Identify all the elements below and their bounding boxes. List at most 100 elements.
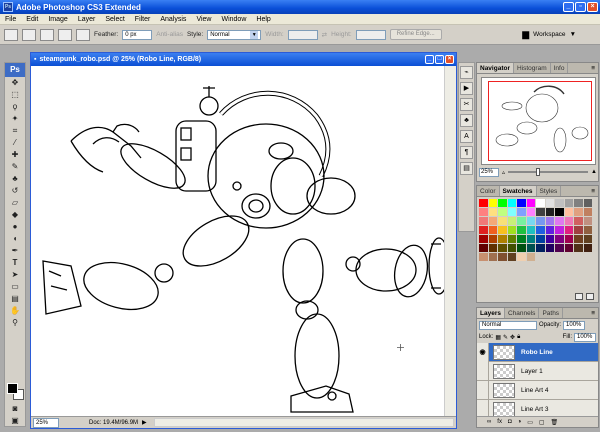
color-swatch[interactable] [526,217,536,225]
color-swatch[interactable] [488,253,498,261]
tab-swatches[interactable]: Swatches [499,186,537,196]
panel-menu-icon[interactable]: ≡ [588,63,598,73]
layer-row[interactable]: Line Art 4 [477,380,598,400]
opacity-input[interactable]: 100% [563,320,586,330]
color-swatch[interactable] [583,208,593,216]
color-swatch[interactable] [526,208,536,216]
fill-input[interactable]: 100% [574,332,596,342]
tab-histogram[interactable]: Histogram [514,63,551,73]
color-swatch[interactable] [517,217,527,225]
color-swatch[interactable] [545,235,555,243]
tool-presets-icon[interactable]: ✂ [460,98,473,111]
color-swatch[interactable] [536,244,546,252]
color-swatch[interactable] [498,226,508,234]
lock-pixels-icon[interactable]: ✎ [503,334,508,341]
color-swatch[interactable] [479,253,489,261]
visibility-toggle[interactable] [477,380,489,400]
canvas[interactable] [31,66,445,416]
color-swatch[interactable] [574,208,584,216]
lock-position-icon[interactable]: ✥ [510,334,515,341]
paint-bucket-tool-icon[interactable]: ◆ [5,209,25,221]
type-tool-icon[interactable]: T [5,257,25,269]
tab-channels[interactable]: Channels [505,308,540,318]
menu-analysis[interactable]: Analysis [155,16,191,23]
zoom-level-input[interactable]: 25% [33,417,59,428]
doc-size-info[interactable]: Doc: 19.4M/96.9M [89,420,138,426]
menu-edit[interactable]: Edit [21,16,43,23]
color-swatch[interactable] [583,226,593,234]
color-swatch[interactable] [517,244,527,252]
close-button[interactable]: × [587,2,598,12]
path-selection-tool-icon[interactable]: ➤ [5,269,25,281]
color-swatch[interactable] [555,199,565,207]
layer-row[interactable]: ◉ Robo Line [477,342,598,362]
zoom-out-icon[interactable]: ▵ [502,169,505,176]
menu-view[interactable]: View [191,16,216,23]
color-swatch[interactable] [564,217,574,225]
color-swatch[interactable] [507,244,517,252]
brushes-panel-icon[interactable]: ⌁ [460,66,473,79]
add-selection-icon[interactable] [40,28,54,41]
magic-wand-tool-icon[interactable]: ✦ [5,113,25,125]
navigator-view-box[interactable] [488,81,592,161]
color-swatch[interactable] [479,199,489,207]
color-swatch[interactable] [488,235,498,243]
history-brush-tool-icon[interactable]: ↺ [5,185,25,197]
color-swatch[interactable] [488,244,498,252]
color-swatch[interactable] [498,244,508,252]
dodge-tool-icon[interactable]: ◖ [5,233,25,245]
color-swatch[interactable] [574,226,584,234]
notes-tool-icon[interactable]: ▤ [5,293,25,305]
color-swatch[interactable] [498,208,508,216]
move-tool-icon[interactable]: ✥ [5,77,25,89]
feather-input[interactable]: 0 px [122,29,153,40]
doc-close-button[interactable]: × [445,55,454,64]
color-swatch[interactable] [564,199,574,207]
tab-paths[interactable]: Paths [539,308,564,318]
height-input[interactable] [355,29,386,40]
shape-tool-icon[interactable]: ▭ [5,281,25,293]
width-input[interactable] [287,29,318,40]
color-swatch[interactable] [498,235,508,243]
color-swatch[interactable] [526,226,536,234]
intersect-selection-icon[interactable] [76,28,90,41]
subtract-selection-icon[interactable] [58,28,72,41]
bridge-icon[interactable]: ▆ [522,29,529,40]
clone-source-icon[interactable]: ♣ [460,114,473,127]
color-swatch[interactable] [555,217,565,225]
navigator-thumbnail[interactable] [481,77,596,165]
blend-mode-select[interactable]: Normal [479,320,537,330]
color-swatch[interactable] [574,244,584,252]
color-swatch[interactable] [479,217,489,225]
color-swatch[interactable] [545,244,555,252]
minimize-button[interactable]: _ [563,2,574,12]
color-swatch[interactable] [583,199,593,207]
hand-tool-icon[interactable]: ✋ [5,305,25,317]
color-swatch[interactable] [507,235,517,243]
doc-maximize-button[interactable]: □ [435,55,444,64]
new-group-icon[interactable]: ▭ [527,419,533,426]
lock-all-icon[interactable]: 🔒︎ [517,334,520,341]
foreground-color-swatch[interactable] [7,383,18,394]
color-swatch[interactable] [545,199,555,207]
color-swatch[interactable] [564,235,574,243]
navigator-zoom-slider[interactable] [508,168,589,176]
refine-edge-button[interactable]: Refine Edge... [389,29,442,40]
layers-menu-icon[interactable]: ≡ [588,308,598,318]
color-swatch[interactable] [507,253,517,261]
menu-help[interactable]: Help [251,16,275,23]
marquee-tool-icon[interactable]: ⬚ [5,89,25,101]
color-swatch[interactable] [545,217,555,225]
antialias-checkbox[interactable]: Anti-alias [156,31,183,38]
color-swatch[interactable] [507,217,517,225]
color-swatch[interactable] [536,226,546,234]
new-swatch-icon[interactable] [575,293,583,300]
color-swatch[interactable] [526,244,536,252]
clone-stamp-tool-icon[interactable]: ♣ [5,173,25,185]
link-layers-icon[interactable]: ∞ [487,419,491,425]
layer-style-icon[interactable]: fx [497,419,502,425]
blur-tool-icon[interactable]: ● [5,221,25,233]
adjustment-layer-icon[interactable]: ◑ [518,419,522,425]
tab-info[interactable]: Info [551,63,569,73]
color-swatch[interactable] [574,199,584,207]
